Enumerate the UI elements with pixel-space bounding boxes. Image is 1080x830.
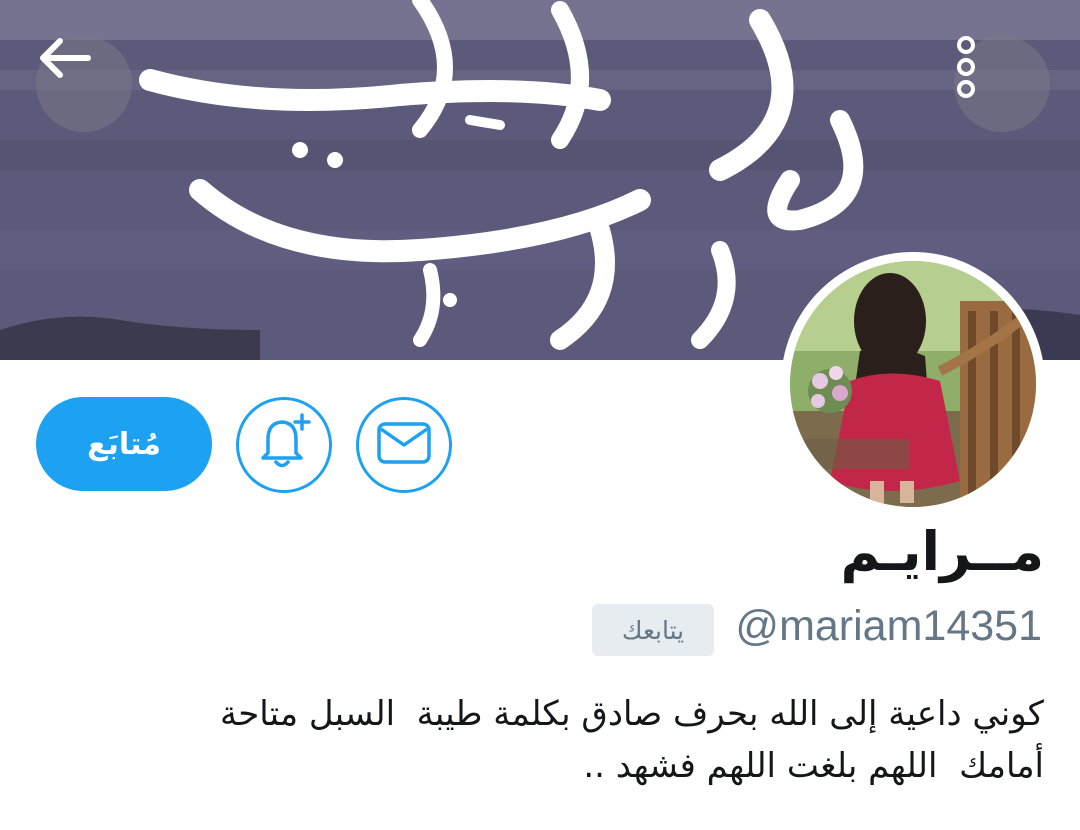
username-handle: @mariam14351 [735,602,1042,650]
follows-you-label: يتابعك [621,615,685,645]
bio-line: كوني داعية إلى الله بحرف صادق بكلمة طيبة… [219,694,1044,734]
envelope-icon [376,421,432,469]
message-button[interactable] [356,397,452,493]
following-button[interactable]: مُتابَع [36,397,212,491]
profile-bio: كوني داعية إلى الله بحرف صادق بكلمة طيبة… [94,688,1044,792]
bio-line: أمامك اللهم بلغت اللهم فشهد .. [583,746,1044,786]
profile-avatar[interactable] [781,252,1045,516]
display-name: مــرايـم [840,520,1044,583]
avatar-image [790,261,1036,507]
more-options-button[interactable] [954,36,1050,132]
notifications-button[interactable] [236,397,332,493]
following-button-label: مُتابَع [87,426,161,462]
bell-plus-icon [252,411,316,479]
back-button[interactable] [36,36,132,132]
follows-you-badge: يتابعك [592,604,714,656]
